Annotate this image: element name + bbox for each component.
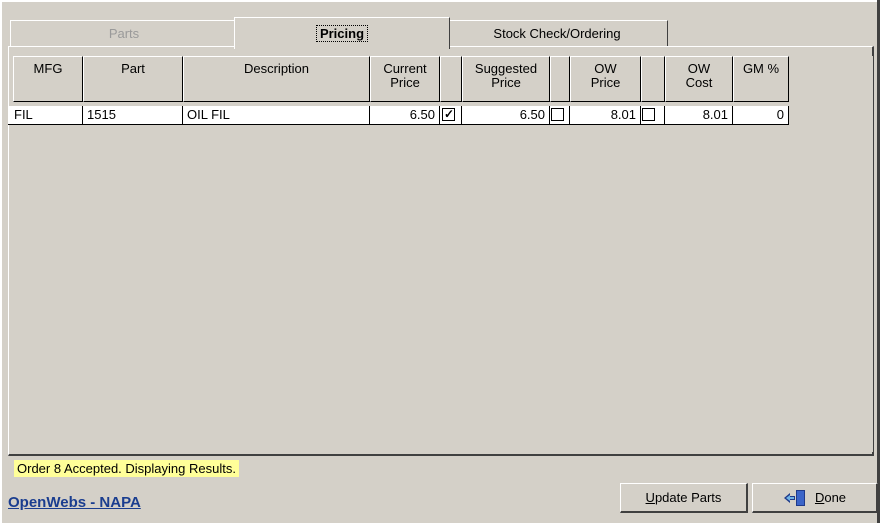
tab-parts[interactable]: Parts <box>10 20 238 46</box>
cell-current-check[interactable] <box>440 105 462 125</box>
tab-pricing[interactable]: Pricing <box>234 17 450 49</box>
cell-current-price[interactable]: 6.50 <box>370 106 440 125</box>
header-current-price-line2: Price <box>390 75 420 90</box>
header-suggested-price[interactable]: Suggested Price <box>462 56 550 102</box>
cell-ow-price[interactable]: 8.01 <box>570 106 641 125</box>
done-button[interactable]: Done <box>752 483 878 513</box>
tab-stock-check-ordering[interactable]: Stock Check/Ordering <box>446 20 668 46</box>
window-edge-left <box>0 0 2 523</box>
header-suggested-check[interactable] <box>550 56 570 102</box>
ow-price-checkbox[interactable] <box>642 108 655 121</box>
header-mfg[interactable]: MFG <box>13 56 83 102</box>
tab-stock-label: Stock Check/Ordering <box>493 26 621 41</box>
header-current-price[interactable]: Current Price <box>370 56 440 102</box>
header-ow-cost-line2: Cost <box>685 75 713 90</box>
cell-suggested-price[interactable]: 6.50 <box>462 106 550 125</box>
cell-suggested-check[interactable] <box>550 106 570 125</box>
cell-mfg[interactable]: FIL <box>8 106 83 125</box>
exit-door-icon <box>783 489 807 507</box>
cell-gm-percent[interactable]: 0 <box>733 106 789 125</box>
pricing-window: Parts Stock Check/Ordering Pricing MFG P… <box>0 0 880 523</box>
current-price-checkbox[interactable] <box>442 105 455 123</box>
status-message: Order 8 Accepted. Displaying Results. <box>14 460 239 477</box>
suggested-price-checkbox[interactable] <box>551 108 564 121</box>
cell-description[interactable]: OIL FIL <box>183 106 370 125</box>
header-gm-percent[interactable]: GM % <box>733 56 789 102</box>
pricing-grid: MFG Part Description Current Price Sugge… <box>8 56 873 452</box>
header-ow-check[interactable] <box>641 56 665 102</box>
header-current-price-line1: Current <box>383 61 427 76</box>
cell-ow-cost[interactable]: 8.01 <box>665 106 733 125</box>
header-ow-price-line1: OW <box>594 61 617 76</box>
tab-parts-label: Parts <box>108 26 140 41</box>
update-parts-label: pdate Parts <box>654 490 722 505</box>
openwebs-napa-link[interactable]: OpenWebs - NAPA <box>8 494 141 511</box>
header-part-label: Part <box>121 61 145 76</box>
header-description[interactable]: Description <box>183 56 370 102</box>
done-label: one <box>824 490 847 505</box>
header-ow-cost[interactable]: OW Cost <box>665 56 733 102</box>
header-ow-cost-line1: OW <box>687 61 711 76</box>
header-mfg-label: MFG <box>33 61 63 76</box>
header-suggested-price-line2: Price <box>491 75 521 90</box>
update-parts-button[interactable]: Update Parts <box>620 483 748 513</box>
header-part[interactable]: Part <box>83 56 183 102</box>
done-accel: D <box>814 490 825 505</box>
tab-pricing-label: Pricing <box>315 25 369 42</box>
header-ow-price-line2: Price <box>590 75 621 90</box>
window-edge-top <box>0 0 880 2</box>
header-ow-price[interactable]: OW Price <box>570 56 641 102</box>
header-current-check[interactable] <box>440 56 462 102</box>
cell-ow-check[interactable] <box>641 106 665 125</box>
header-suggested-price-line1: Suggested <box>474 61 538 76</box>
header-gm-label: GM % <box>742 61 780 76</box>
header-description-label: Description <box>243 61 310 76</box>
update-parts-accel: U <box>645 490 655 505</box>
cell-part[interactable]: 1515 <box>83 106 183 125</box>
